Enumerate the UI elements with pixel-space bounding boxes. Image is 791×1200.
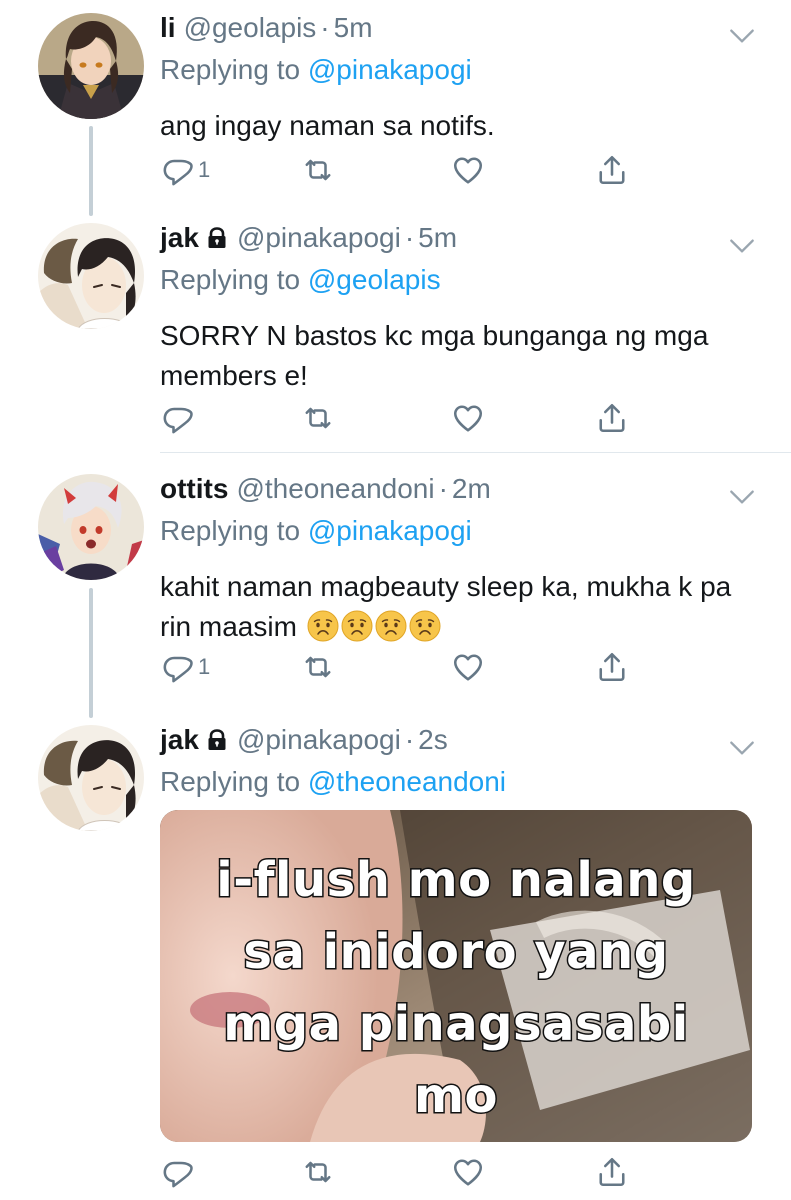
tweet-header: jak @pinakapogi · 5m bbox=[160, 220, 457, 256]
retweet-button[interactable] bbox=[300, 398, 336, 438]
lock-icon bbox=[205, 226, 229, 250]
tweet-text: ang ingay naman sa notifs. bbox=[160, 110, 495, 141]
tweet-header: jak @pinakapogi · 2s bbox=[160, 722, 448, 758]
share-icon bbox=[594, 152, 630, 188]
avatar[interactable] bbox=[38, 474, 144, 580]
timestamp[interactable]: 2m bbox=[452, 473, 491, 504]
share-button[interactable] bbox=[594, 398, 630, 438]
tweet-actions bbox=[160, 1152, 640, 1192]
tweet-header: ottits @theoneandoni · 2m bbox=[160, 471, 491, 507]
replying-to: Replying to @pinakapogi bbox=[160, 54, 472, 86]
mention-link[interactable]: @theoneandoni bbox=[308, 766, 506, 797]
separator-dot: · bbox=[404, 724, 415, 755]
separator-dot: · bbox=[404, 222, 415, 253]
tweet-actions: 1 bbox=[160, 647, 640, 687]
retweet-icon bbox=[300, 1154, 336, 1190]
retweet-button[interactable] bbox=[300, 150, 336, 190]
tweet[interactable]: jak @pinakapogi · 5m Replying to @geolapis … bbox=[0, 220, 791, 450]
user-handle[interactable]: @theoneandoni bbox=[236, 473, 434, 504]
replying-to: Replying to @pinakapogi bbox=[160, 515, 472, 547]
display-name[interactable]: ottits bbox=[160, 473, 228, 504]
chevron-down-icon[interactable] bbox=[726, 230, 758, 262]
meme-caption-line: mga pinagsasabi bbox=[222, 995, 690, 1054]
meme-caption-line: mo bbox=[413, 1067, 500, 1126]
replying-to-label: Replying to bbox=[160, 54, 301, 85]
replying-to: Replying to @geolapis bbox=[160, 264, 441, 296]
reply-count: 1 bbox=[198, 157, 211, 182]
worried-face-icon bbox=[375, 610, 407, 642]
like-button[interactable] bbox=[450, 398, 486, 438]
replying-to: Replying to @theoneandoni bbox=[160, 766, 506, 798]
timestamp[interactable]: 5m bbox=[334, 12, 373, 43]
replying-to-label: Replying to bbox=[160, 264, 301, 295]
meme-caption-line: i-flush mo nalang bbox=[215, 851, 697, 910]
tweet-text-content: kahit naman magbeauty sleep ka, mukha k … bbox=[160, 571, 732, 642]
chevron-down-icon[interactable] bbox=[726, 732, 758, 764]
share-icon bbox=[594, 649, 630, 685]
worried-face-icon bbox=[341, 610, 373, 642]
retweet-icon bbox=[300, 649, 336, 685]
replying-to-label: Replying to bbox=[160, 766, 301, 797]
tweet-header: li @geolapis · 5m bbox=[160, 10, 373, 46]
worried-face-icon bbox=[307, 610, 339, 642]
reply-button[interactable]: 1 bbox=[160, 647, 210, 687]
reply-icon bbox=[160, 649, 196, 685]
display-name[interactable]: jak bbox=[160, 222, 199, 253]
heart-icon bbox=[450, 649, 486, 685]
worried-face-icon bbox=[409, 610, 441, 642]
tweet-media-image[interactable]: i-flush mo nalang sa inidoro yang mga pi… bbox=[160, 810, 752, 1142]
chevron-down-icon[interactable] bbox=[726, 481, 758, 513]
share-icon bbox=[594, 400, 630, 436]
heart-icon bbox=[450, 152, 486, 188]
share-button[interactable] bbox=[594, 150, 630, 190]
display-name[interactable]: li bbox=[160, 12, 176, 43]
retweet-icon bbox=[300, 400, 336, 436]
mention-link[interactable]: @geolapis bbox=[308, 264, 441, 295]
reply-count: 1 bbox=[198, 654, 211, 679]
reply-icon bbox=[160, 1154, 196, 1190]
share-icon bbox=[594, 1154, 630, 1190]
reply-button[interactable] bbox=[160, 398, 198, 438]
retweet-button[interactable] bbox=[300, 1152, 336, 1192]
reply-icon bbox=[160, 152, 196, 188]
like-button[interactable] bbox=[450, 647, 486, 687]
mention-link[interactable]: @pinakapogi bbox=[308, 54, 472, 85]
share-button[interactable] bbox=[594, 647, 630, 687]
user-handle[interactable]: @pinakapogi bbox=[237, 222, 401, 253]
avatar[interactable] bbox=[38, 13, 144, 119]
heart-icon bbox=[450, 1154, 486, 1190]
display-name[interactable]: jak bbox=[160, 724, 199, 755]
tweet[interactable]: li @geolapis · 5m Replying to @pinakapogi a… bbox=[0, 10, 791, 210]
tweet-text: kahit naman magbeauty sleep ka, mukha k … bbox=[160, 567, 760, 647]
tweet-actions: 1 bbox=[160, 150, 640, 190]
reply-button[interactable] bbox=[160, 1152, 198, 1192]
like-button[interactable] bbox=[450, 1152, 486, 1192]
avatar[interactable] bbox=[38, 223, 144, 329]
like-button[interactable] bbox=[450, 150, 486, 190]
timestamp[interactable]: 2s bbox=[418, 724, 448, 755]
share-button[interactable] bbox=[594, 1152, 630, 1192]
timestamp[interactable]: 5m bbox=[418, 222, 457, 253]
tweet-text: SORRY N bastos kc mga bunganga ng mga me… bbox=[160, 320, 709, 391]
replying-to-label: Replying to bbox=[160, 515, 301, 546]
meme-caption-line: sa inidoro yang bbox=[242, 923, 670, 982]
separator-dot: · bbox=[438, 473, 448, 504]
avatar[interactable] bbox=[38, 725, 144, 831]
meme-caption: i-flush mo nalang sa inidoro yang mga pi… bbox=[160, 844, 752, 1132]
reply-button[interactable]: 1 bbox=[160, 150, 210, 190]
tweet-divider bbox=[160, 452, 791, 453]
tweet-actions bbox=[160, 398, 640, 438]
user-handle[interactable]: @geolapis bbox=[184, 12, 317, 43]
heart-icon bbox=[450, 400, 486, 436]
mention-link[interactable]: @pinakapogi bbox=[308, 515, 472, 546]
lock-icon bbox=[205, 728, 229, 752]
tweet[interactable]: ottits @theoneandoni · 2m Replying to @pina… bbox=[0, 471, 791, 701]
retweet-icon bbox=[300, 152, 336, 188]
user-handle[interactable]: @pinakapogi bbox=[237, 724, 401, 755]
reply-icon bbox=[160, 400, 196, 436]
chevron-down-icon[interactable] bbox=[726, 20, 758, 52]
retweet-button[interactable] bbox=[300, 647, 336, 687]
separator-dot: · bbox=[320, 12, 330, 43]
